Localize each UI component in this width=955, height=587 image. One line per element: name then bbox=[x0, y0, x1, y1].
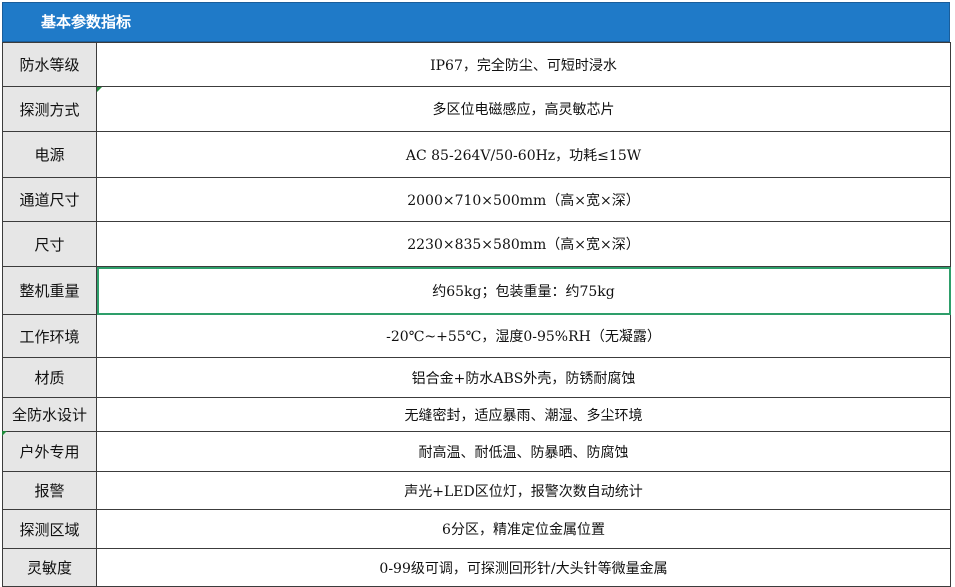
row-label: 探测方式 bbox=[2, 86, 97, 132]
row-value[interactable]: 无缝密封，适应暴雨、潮湿、多尘环境 bbox=[96, 397, 951, 432]
table-row: 探测区域 6分区，精准定位金属位置 bbox=[2, 509, 951, 549]
row-label: 尺寸 bbox=[2, 221, 97, 267]
cell-comment-marker bbox=[2, 431, 7, 436]
table-row: 通道尺寸 2000×710×500mm（高×宽×深） bbox=[2, 177, 951, 222]
table-row: 整机重量 约65kg；包装重量：约75kg bbox=[2, 266, 951, 315]
row-value[interactable]: 多区位电磁感应，高灵敏芯片 bbox=[96, 86, 951, 132]
row-label: 电源 bbox=[2, 131, 97, 178]
row-label: 通道尺寸 bbox=[2, 177, 97, 222]
table-row: 报警 声光+LED区位灯，报警次数自动统计 bbox=[2, 471, 951, 510]
row-label: 探测区域 bbox=[2, 509, 97, 549]
table-row: 电源 AC 85-264V/50-60Hz，功耗≤15W bbox=[2, 131, 951, 178]
row-value[interactable]: AC 85-264V/50-60Hz，功耗≤15W bbox=[96, 131, 951, 178]
header-bar: 基本参数指标 bbox=[2, 2, 950, 42]
row-label: 工作环境 bbox=[2, 314, 97, 358]
table-row: 防水等级 IP67，完全防尘、可短时浸水 bbox=[2, 42, 951, 87]
spec-table: 防水等级 IP67，完全防尘、可短时浸水 探测方式 多区位电磁感应，高灵敏芯片 … bbox=[2, 42, 951, 587]
row-value[interactable]: 2230×835×580mm（高×宽×深） bbox=[96, 221, 951, 267]
row-value[interactable]: 6分区，精准定位金属位置 bbox=[96, 509, 951, 549]
row-label: 防水等级 bbox=[2, 42, 97, 87]
table-row: 材质 铝合金+防水ABS外壳，防锈耐腐蚀 bbox=[2, 357, 951, 398]
spec-sheet: 基本参数指标 防水等级 IP67，完全防尘、可短时浸水 探测方式 多区位电磁感应… bbox=[0, 0, 955, 587]
row-value[interactable]: 声光+LED区位灯，报警次数自动统计 bbox=[96, 471, 951, 510]
table-row: 灵敏度 0-99级可调，可探测回形针/大头针等微量金属 bbox=[2, 548, 951, 587]
table-row: 户外专用 耐高温、耐低温、防暴晒、防腐蚀 bbox=[2, 431, 951, 472]
row-value[interactable]: 耐高温、耐低温、防暴晒、防腐蚀 bbox=[96, 431, 951, 472]
row-value[interactable]: -20℃~+55℃，湿度0-95%RH（无凝露） bbox=[96, 314, 951, 358]
row-value[interactable]: 铝合金+防水ABS外壳，防锈耐腐蚀 bbox=[96, 357, 951, 398]
table-row: 尺寸 2230×835×580mm（高×宽×深） bbox=[2, 221, 951, 267]
header-title: 基本参数指标 bbox=[41, 13, 132, 31]
row-value[interactable]: 2000×710×500mm（高×宽×深） bbox=[96, 177, 951, 222]
row-label: 户外专用 bbox=[2, 431, 97, 472]
row-label: 整机重量 bbox=[2, 266, 97, 315]
row-value[interactable]: 0-99级可调，可探测回形针/大头针等微量金属 bbox=[96, 548, 951, 587]
row-label: 报警 bbox=[2, 471, 97, 510]
cell-comment-marker bbox=[97, 87, 102, 92]
selected-cell[interactable]: 约65kg；包装重量：约75kg bbox=[96, 266, 951, 315]
table-row: 工作环境 -20℃~+55℃，湿度0-95%RH（无凝露） bbox=[2, 314, 951, 358]
table-row: 探测方式 多区位电磁感应，高灵敏芯片 bbox=[2, 86, 951, 132]
table-row: 全防水设计 无缝密封，适应暴雨、潮湿、多尘环境 bbox=[2, 397, 951, 432]
row-label: 灵敏度 bbox=[2, 548, 97, 587]
row-value[interactable]: IP67，完全防尘、可短时浸水 bbox=[96, 42, 951, 87]
row-label: 全防水设计 bbox=[2, 397, 97, 432]
row-label: 材质 bbox=[2, 357, 97, 398]
